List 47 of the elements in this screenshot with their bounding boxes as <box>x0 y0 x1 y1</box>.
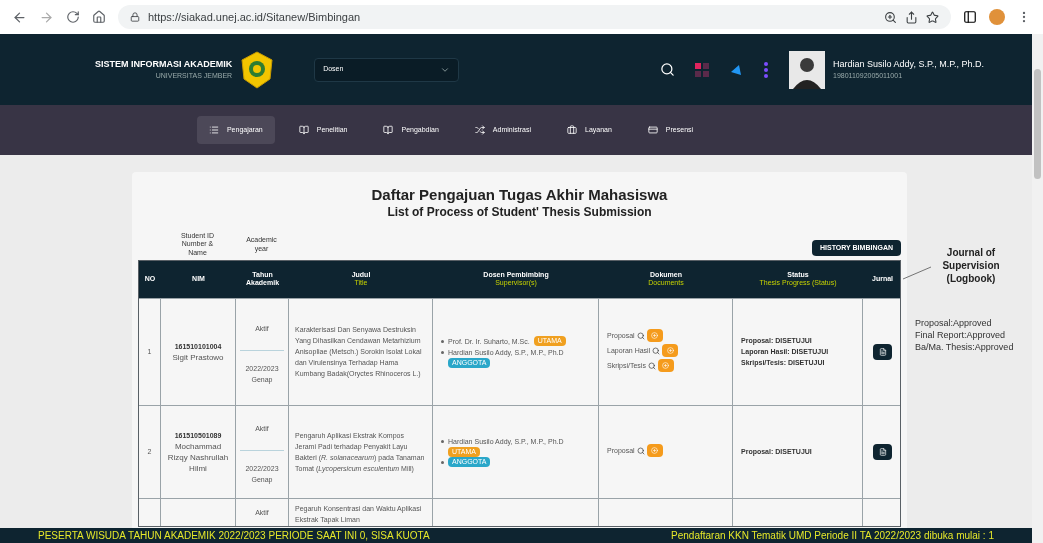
bookmark-icon[interactable] <box>926 10 939 24</box>
lock-icon <box>130 12 140 22</box>
scrollbar[interactable] <box>1032 34 1043 543</box>
back-icon[interactable] <box>12 9 27 25</box>
book-icon <box>298 125 309 135</box>
search-icon[interactable] <box>660 62 675 77</box>
list-icon <box>208 125 219 135</box>
plus-circle-icon <box>662 362 670 370</box>
student-name: Sigit Prastowo <box>171 351 225 363</box>
reload-icon[interactable] <box>66 10 80 24</box>
share-icon[interactable] <box>905 10 918 24</box>
university-logo <box>240 50 275 89</box>
side-panel-icon[interactable] <box>963 10 977 24</box>
plus-circle-icon <box>666 347 674 355</box>
dots-icon[interactable] <box>763 61 769 78</box>
document-icon <box>878 447 887 456</box>
approval-annotation: Proposal:Approved <box>915 317 993 329</box>
journal-button[interactable] <box>873 443 892 460</box>
home-icon[interactable] <box>92 10 106 24</box>
card-icon <box>647 125 658 135</box>
user-name: Hardian Susilo Addy, S.P., M.P., Ph.D. <box>833 57 986 71</box>
bullet-icon <box>441 461 444 465</box>
bullet-icon <box>441 440 444 444</box>
page-title: Daftar Pengajuan Tugas Akhir Mahasiswa <box>371 186 668 205</box>
page-subtitle: List of Process of Student' Thesis Submission <box>387 204 652 220</box>
plus-circle-icon <box>651 447 659 455</box>
leader-line <box>903 266 931 280</box>
student-name: Mochammad Rizqy Nashrullah Hilmi <box>166 440 230 474</box>
ticker-text: PESERTA WISUDA TAHUN AKADEMIK 2022/2023 PERIODE SAAT INI 0, SISA KUOTA <box>38 529 430 543</box>
approval-annotation: Ba/Ma. Thesis:Approved <box>915 341 1015 353</box>
system-title: SISTEM INFORMASI AKADEMIK <box>95 57 233 71</box>
address-bar[interactable]: https://siakad.unej.ac.id/Sitanew/Bimbingan <box>118 5 951 29</box>
zoom-icon[interactable] <box>884 10 897 24</box>
document-icon <box>878 347 887 356</box>
user-avatar[interactable] <box>789 50 825 89</box>
profile-avatar[interactable] <box>989 9 1005 25</box>
ticker-text: Pendaftaran KKN Tematik UMD Periode II TA 2022/2023 dibuka mulai : 1 <box>671 529 994 543</box>
journal-button[interactable] <box>873 343 892 360</box>
bullet-icon <box>441 339 444 343</box>
apps-grid-icon[interactable] <box>695 62 709 77</box>
book-icon <box>383 125 394 135</box>
journal-annotation: Journal of Supervision (Logbook) <box>941 246 1001 285</box>
shuffle-icon <box>474 125 485 135</box>
plus-circle-icon <box>651 332 659 340</box>
briefcase-icon <box>567 125 577 135</box>
approval-annotation: Final Report:Approved <box>915 329 1007 341</box>
bullet-icon <box>441 350 444 354</box>
